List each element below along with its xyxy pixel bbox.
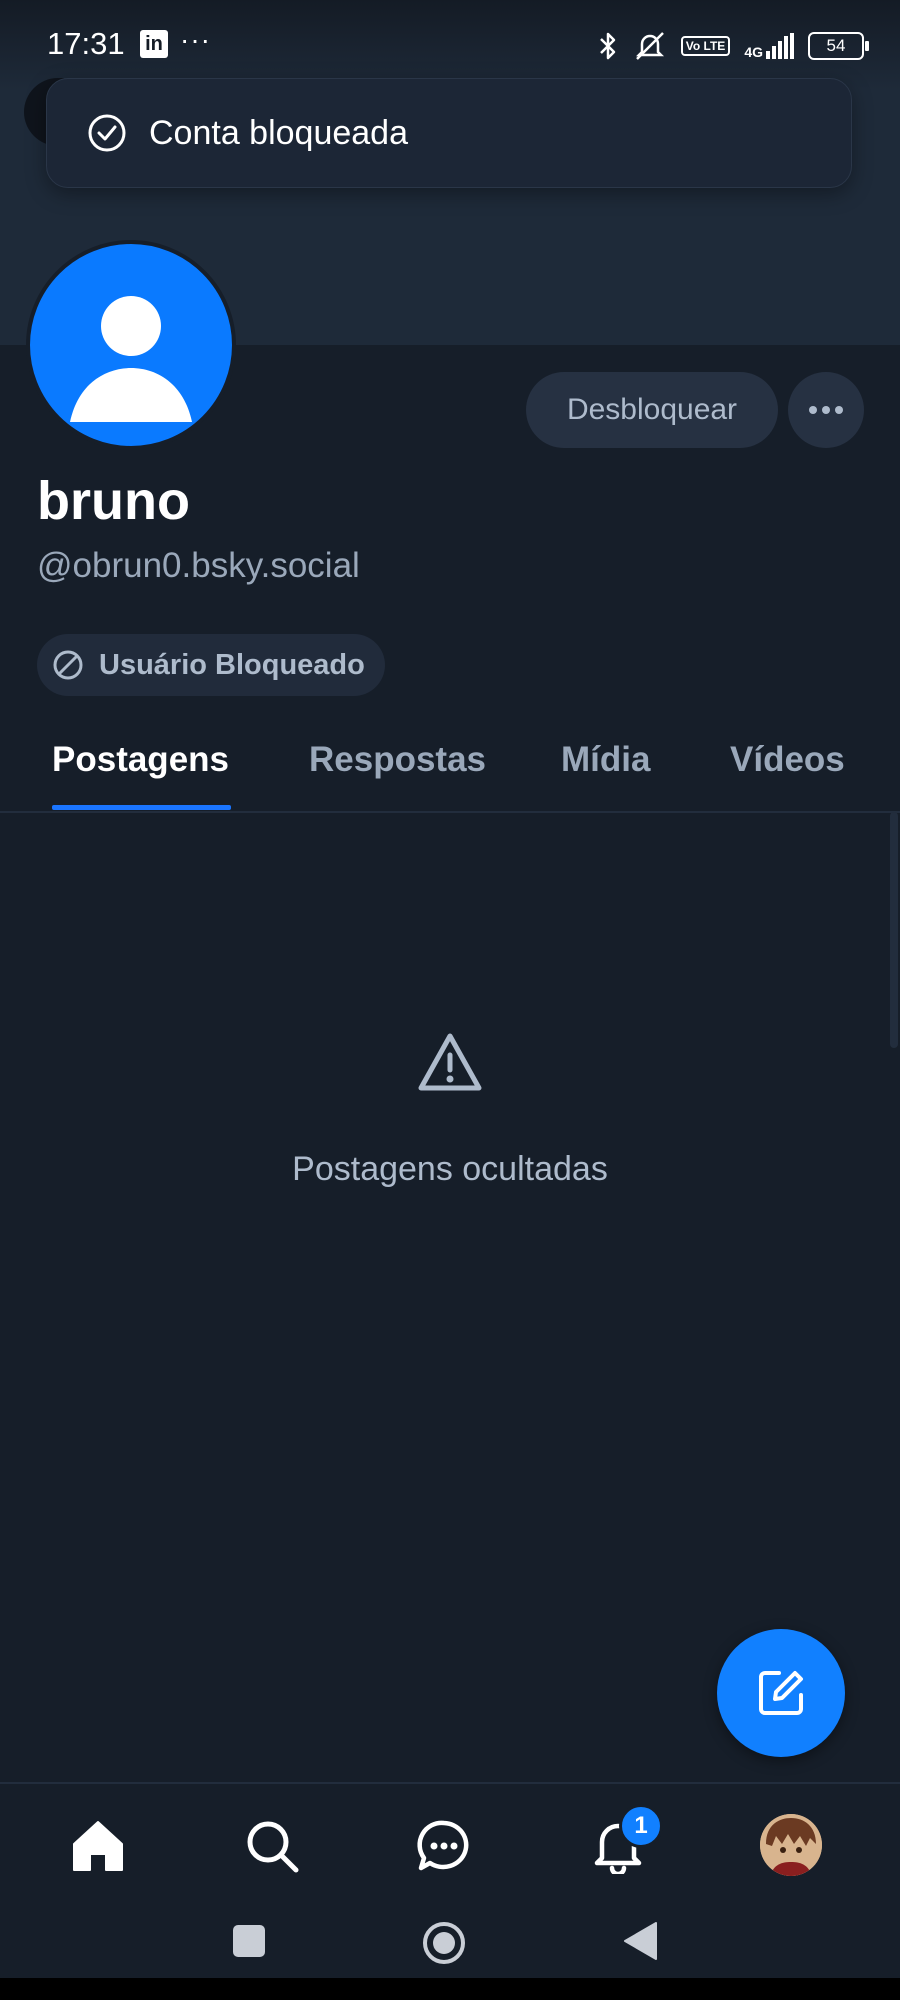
blocked-badge: Usuário Bloqueado — [37, 634, 385, 696]
nav-profile-avatar[interactable] — [760, 1814, 822, 1876]
display-name: bruno — [37, 471, 190, 531]
system-navigation-bar — [0, 1908, 900, 1978]
status-icons: Vo LTE 4G 54 — [597, 26, 869, 66]
tab-respostas[interactable]: Respostas — [309, 740, 486, 780]
block-icon — [53, 650, 83, 680]
status-time: 17:31 — [47, 26, 125, 61]
profile-tabs: Postagens Respostas Mídia Vídeos — [0, 725, 900, 813]
user-handle: @obrun0.bsky.social — [37, 546, 360, 585]
home-circle-icon[interactable] — [421, 1920, 467, 1966]
profile-avatar[interactable] — [26, 240, 236, 450]
signal-icon — [766, 33, 794, 59]
nav-search[interactable] — [240, 1814, 304, 1878]
back-triangle-icon[interactable] — [622, 1920, 658, 1962]
search-icon — [247, 1821, 299, 1873]
screen-bottom-edge — [0, 1978, 900, 2000]
tab-postagens[interactable]: Postagens — [52, 740, 229, 780]
toast-message: Conta bloqueada — [149, 113, 409, 152]
default-user-icon — [70, 296, 192, 422]
mute-bell-icon — [635, 32, 664, 60]
warning-triangle-icon — [418, 1033, 482, 1091]
notification-badge: 1 — [619, 1804, 663, 1848]
bluetooth-icon — [599, 32, 615, 60]
battery-icon: 54 — [808, 32, 869, 60]
user-avatar-image — [760, 1814, 822, 1876]
chat-icon — [417, 1820, 469, 1871]
recents-icon[interactable] — [232, 1924, 266, 1958]
blocked-badge-label: Usuário Bloqueado — [99, 648, 365, 681]
home-icon — [73, 1821, 123, 1871]
empty-state-message: Postagens ocultadas — [292, 1150, 608, 1188]
status-bar: 17:31 in ··· Vo LTE 4G 54 — [0, 0, 900, 90]
check-circle-icon — [88, 114, 126, 152]
toast-notification: Conta bloqueada — [46, 78, 852, 188]
nav-chat[interactable] — [412, 1814, 476, 1878]
ellipsis-icon — [809, 406, 843, 414]
unblock-button[interactable]: Desbloquear — [526, 372, 778, 448]
active-tab-indicator — [52, 805, 231, 810]
tab-midia[interactable]: Mídia — [561, 740, 650, 780]
linkedin-icon: in — [140, 30, 168, 58]
scrollbar[interactable] — [890, 812, 898, 1048]
more-notifications-icon: ··· — [180, 24, 211, 55]
nav-home[interactable] — [66, 1814, 130, 1878]
compose-icon — [759, 1671, 803, 1715]
compose-post-button[interactable] — [717, 1629, 845, 1757]
volte-icon: Vo LTE — [680, 36, 731, 56]
network-type: 4G — [744, 44, 763, 60]
tab-videos[interactable]: Vídeos — [730, 740, 845, 780]
more-options-button[interactable] — [788, 372, 864, 448]
